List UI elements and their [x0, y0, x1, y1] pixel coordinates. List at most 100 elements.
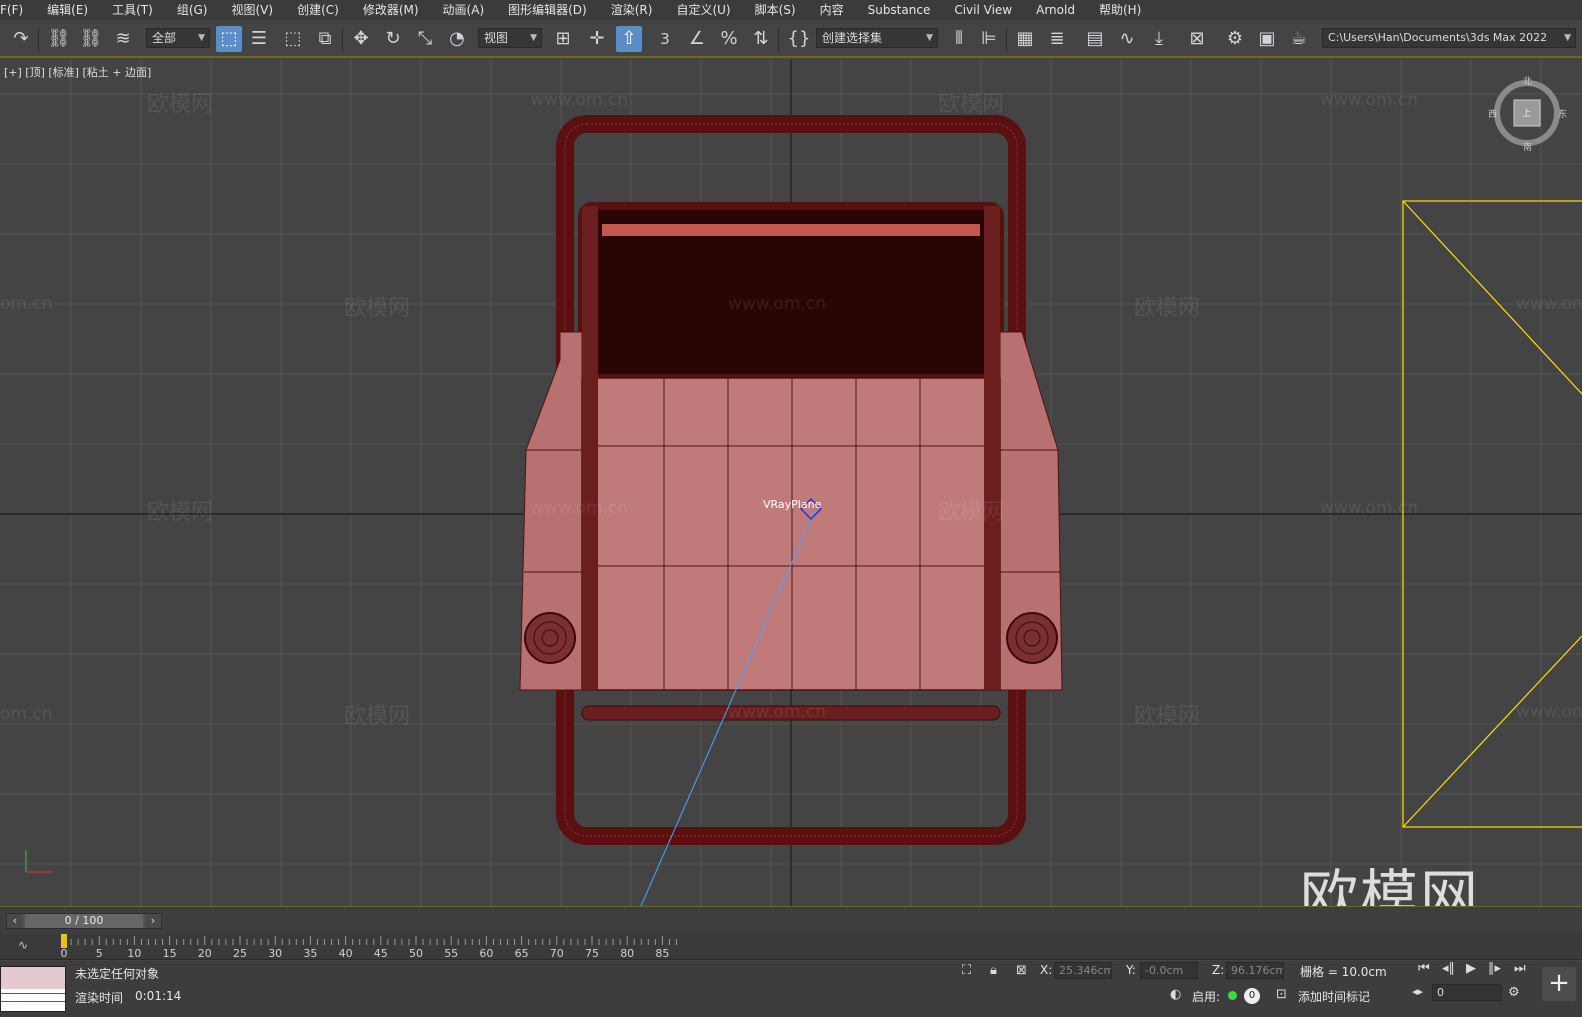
unlink-icon[interactable]: ⛓	[78, 26, 104, 52]
maxscript-mini-listener[interactable]	[0, 966, 66, 1012]
toggle-ribbon-icon[interactable]: ▤	[1082, 26, 1108, 52]
layer-explorer-icon[interactable]: ≣	[1044, 26, 1070, 52]
menu-item[interactable]: Arnold	[1024, 0, 1087, 20]
play-icon[interactable]: ▶	[1466, 961, 1476, 976]
viewcube-west[interactable]: 西	[1488, 107, 1497, 120]
project-path-dropdown[interactable]: C:\Users\Han\Documents\3ds Max 2022 ▼	[1322, 28, 1576, 48]
menu-item[interactable]: F(F)	[0, 0, 35, 20]
track-bar[interactable]: ∿ 0 5 10 15 20 25 30 35 40 45 50 55 60 65 70 75 80 85	[0, 934, 1582, 960]
time-slider-track[interactable]: ‹ 0 / 100 ›	[6, 913, 162, 929]
menu-item[interactable]: 编辑(E)	[35, 0, 100, 20]
schematic-icon[interactable]: ⤓	[1146, 26, 1172, 52]
menu-item[interactable]: 创建(C)	[285, 0, 351, 20]
menu-item[interactable]: 帮助(H)	[1087, 0, 1153, 20]
left-arm-knob	[524, 612, 576, 664]
time-config-icon[interactable]: ⚙	[1508, 985, 1520, 1000]
mirror-icon[interactable]: ⫴	[946, 26, 972, 52]
menu-item[interactable]: Civil View	[942, 0, 1024, 20]
isolate-selection-icon[interactable]: ⛶	[962, 963, 971, 978]
select-by-name-icon[interactable]: ☰	[246, 26, 272, 52]
absolute-mode-icon[interactable]: ⊠	[1016, 963, 1027, 978]
menu-item[interactable]: 渲染(R)	[599, 0, 665, 20]
y-coord-field[interactable]: -0.0cm	[1140, 962, 1198, 979]
selection-filter-dropdown[interactable]: 全部 ▼	[146, 28, 210, 48]
watermark-text: 欧模网	[938, 500, 1005, 525]
selection-lock-icon[interactable]: 🔒︎	[990, 963, 997, 978]
viewport-label[interactable]: [+] [顶] [标准] [粘土 + 边面]	[4, 64, 151, 80]
ref-coord-dropdown[interactable]: 视图 ▼	[478, 28, 542, 48]
next-key-icon[interactable]: ∥▸	[1488, 961, 1501, 976]
menu-item[interactable]: 视图(V)	[220, 0, 286, 20]
redo-icon[interactable]: ↷	[8, 26, 34, 52]
viewcube-face-top[interactable]: 上	[1522, 106, 1531, 119]
z-coord-field[interactable]: 96.176cm	[1226, 962, 1284, 979]
render-icon[interactable]: ☕	[1286, 26, 1312, 52]
add-button-icon[interactable]: +	[1542, 967, 1576, 1001]
right-inner-tube	[984, 206, 1000, 690]
use-pivot-icon[interactable]: ⊞	[550, 26, 576, 52]
link-icon[interactable]: ⛓	[46, 26, 72, 52]
bind-spacewarp-icon[interactable]: ≋	[110, 26, 136, 52]
placement-icon[interactable]: ◔	[444, 26, 470, 52]
prev-frame-icon[interactable]: ‹	[7, 914, 23, 928]
percent-snap-icon[interactable]: %	[716, 26, 742, 52]
align-icon[interactable]: ⊫	[976, 26, 1002, 52]
curve-editor-icon[interactable]: ∿	[1114, 26, 1140, 52]
add-time-tag-label[interactable]: 添加时间标记	[1298, 988, 1370, 1005]
current-frame-marker[interactable]	[61, 934, 67, 948]
watermark-url: www.om.cn	[728, 294, 827, 314]
menu-item[interactable]: 脚本(S)	[743, 0, 808, 20]
select-object-icon[interactable]: ⬚	[216, 26, 242, 52]
scale-icon[interactable]: ⤡	[412, 26, 438, 52]
viewcube-south[interactable]: 南	[1523, 140, 1532, 153]
menu-item[interactable]: Substance	[856, 0, 943, 20]
viewcube-north[interactable]: 北	[1523, 74, 1532, 87]
viewcube[interactable]: 北 西 东 南 上	[1488, 77, 1567, 153]
render-setup-icon[interactable]: ⚙	[1222, 26, 1248, 52]
manipulate-icon[interactable]: ✛	[584, 26, 610, 52]
snap-3d-icon[interactable]: 3	[652, 26, 678, 52]
ruler-tick-label: 0	[61, 947, 68, 960]
enabled-indicator-icon	[1228, 991, 1237, 1000]
angle-snap-icon[interactable]: ∠	[684, 26, 710, 52]
time-slider-value[interactable]: 0 / 100	[25, 914, 143, 928]
menu-item[interactable]: 自定义(U)	[664, 0, 742, 20]
prev-key-icon[interactable]: ◂∥	[1442, 961, 1455, 976]
rect-region-icon[interactable]: ⬚	[280, 26, 306, 52]
move-icon[interactable]: ✥	[348, 26, 374, 52]
x-coord-field[interactable]: 25.346cm	[1054, 962, 1112, 979]
main-toolbar: ↷ ⛓ ⛓ ≋ 全部 ▼ ⬚ ☰ ⬚ ⧉ ✥ ↻ ⤡ ◔ 视图 ▼ ⊞ ✛ ⇧ 3 …	[0, 20, 1582, 58]
time-spinner-arrows-icon[interactable]: ◂▸	[1412, 985, 1423, 998]
toolbar-separator	[38, 28, 39, 52]
current-frame-field[interactable]: 0	[1432, 984, 1502, 1001]
enable-label: 启用:	[1192, 990, 1221, 1004]
window-crossing-icon[interactable]: ⧉	[312, 26, 338, 52]
menu-item[interactable]: 修改器(M)	[351, 0, 431, 20]
viewcube-east[interactable]: 东	[1558, 107, 1567, 120]
ruler-tick-label: 50	[409, 947, 423, 960]
spinner-snap-icon[interactable]: ⇅	[748, 26, 774, 52]
mini-curve-editor-icon[interactable]: ∿	[18, 938, 28, 952]
adaptive-degradation-icon[interactable]: ◐	[1170, 987, 1181, 1002]
top-viewport[interactable]: [+] [顶] [标准] [粘土 + 边面] 欧模网 www.om.cn 欧模网…	[0, 60, 1582, 906]
rotate-icon[interactable]: ↻	[380, 26, 406, 52]
frame-ruler[interactable]: 0 5 10 15 20 25 30 35 40 45 50 55 60 65 70 75 80 85	[42, 934, 1582, 960]
go-to-end-icon[interactable]: ⏭	[1514, 961, 1526, 976]
menu-item[interactable]: 图形编辑器(D)	[496, 0, 599, 20]
menu-item[interactable]: 工具(T)	[100, 0, 165, 20]
edit-named-sets-icon[interactable]: {}	[786, 26, 812, 52]
named-selection-dropdown[interactable]: 创建选择集 ▼	[816, 28, 938, 48]
watermark-text: 欧模网	[1134, 704, 1201, 729]
go-to-start-icon[interactable]: ⏮	[1418, 961, 1430, 976]
keyboard-shortcut-icon[interactable]: ⇧	[616, 26, 642, 52]
next-frame-icon[interactable]: ›	[145, 914, 161, 928]
material-editor-icon[interactable]: ⊠	[1184, 26, 1210, 52]
rendered-frame-icon[interactable]: ▣	[1254, 26, 1280, 52]
menu-item[interactable]: 组(G)	[165, 0, 220, 20]
enable-count-badge[interactable]: 0	[1244, 988, 1260, 1004]
menu-item[interactable]: 内容	[808, 0, 856, 20]
watermark-text: 欧模网	[147, 500, 214, 525]
time-tag-icon[interactable]: ⊡	[1276, 987, 1287, 1002]
menu-item[interactable]: 动画(A)	[431, 0, 497, 20]
scene-explorer-icon[interactable]: ▦	[1012, 26, 1038, 52]
